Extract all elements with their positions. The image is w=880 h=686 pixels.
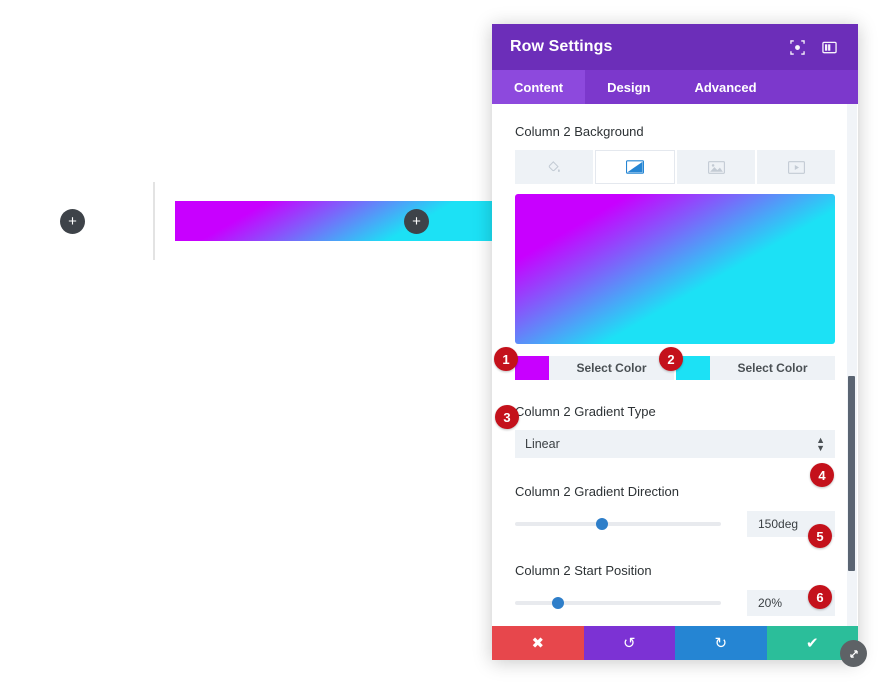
panel-tabs: Content Design Advanced <box>492 70 858 104</box>
check-icon: ✔ <box>805 635 819 652</box>
slider-track <box>515 522 721 526</box>
add-row-button[interactable]: + <box>60 209 85 234</box>
background-type-tabs <box>515 150 835 184</box>
bg-type-image-tab[interactable] <box>677 150 755 184</box>
slider-knob[interactable] <box>595 518 608 530</box>
layout-columns-icon[interactable] <box>818 36 840 58</box>
background-label: Column 2 Background <box>515 124 644 139</box>
annotation-badge-6: 6 <box>808 585 832 609</box>
undo-button[interactable]: ↺ <box>583 626 675 660</box>
start-position-slider[interactable] <box>515 595 721 611</box>
tab-content[interactable]: Content <box>492 70 586 104</box>
settings-content: Column 2 Background Select Color Select … <box>492 124 858 626</box>
panel-resize-handle[interactable] <box>840 640 867 667</box>
redo-icon: ↻ <box>714 635 728 652</box>
gradient-direction-slider[interactable] <box>515 516 721 532</box>
gradient-direction-group: Column 2 Gradient Direction 150deg <box>515 484 835 537</box>
gradient-stop-1-button[interactable]: Select Color <box>515 356 674 380</box>
gradient-stop-2-label: Select Color <box>737 361 808 375</box>
add-module-button[interactable]: + <box>404 209 429 234</box>
panel-scrollbar-thumb[interactable] <box>848 376 855 571</box>
annotation-badge-3: 3 <box>495 405 519 429</box>
paint-bucket-icon <box>548 161 560 172</box>
gradient-direction-label: Column 2 Gradient Direction <box>515 484 680 499</box>
annotation-badge-5: 5 <box>808 524 832 548</box>
start-position-label: Column 2 Start Position <box>515 563 652 578</box>
undo-icon: ↺ <box>622 635 636 652</box>
annotation-badge-2: 2 <box>659 347 683 371</box>
app-root: + + Row Settings Content Design Advanced… <box>0 0 880 686</box>
panel-footer: ✖ ↺ ↻ ✔ <box>492 626 858 660</box>
gradient-icon <box>626 160 644 174</box>
close-icon: ✖ <box>531 635 545 652</box>
resize-diagonal-icon <box>849 649 858 658</box>
slider-track <box>515 601 721 605</box>
annotation-badge-4: 4 <box>810 463 834 487</box>
annotation-badge-1: 1 <box>494 347 518 371</box>
row-settings-panel: Row Settings Content Design Advanced Col… <box>492 24 858 660</box>
gradient-type-value: Linear <box>525 437 560 451</box>
gradient-type-label: Column 2 Gradient Type <box>515 404 656 419</box>
chevron-updown-icon: ▲ ▼ <box>816 435 825 453</box>
redo-button[interactable]: ↻ <box>675 626 767 660</box>
video-play-icon <box>787 160 805 174</box>
panel-scrollbar-track[interactable] <box>847 104 857 626</box>
tab-advanced[interactable]: Advanced <box>672 70 778 104</box>
panel-header: Row Settings <box>492 24 858 70</box>
gradient-type-select[interactable]: Linear ▲ ▼ <box>515 430 835 458</box>
start-position-group: Column 2 Start Position 20% <box>515 563 835 616</box>
image-icon <box>707 160 725 174</box>
cancel-button[interactable]: ✖ <box>492 626 584 660</box>
add-row-plus-icon: + <box>68 213 77 230</box>
focus-icon[interactable] <box>786 36 808 58</box>
gradient-stop-1-label: Select Color <box>576 361 647 375</box>
slider-knob[interactable] <box>552 597 565 609</box>
gradient-stop-2-button[interactable]: Select Color <box>676 356 835 380</box>
gradient-preview[interactable] <box>515 194 835 344</box>
panel-title: Row Settings <box>510 38 613 55</box>
bg-type-video-tab[interactable] <box>757 150 835 184</box>
bg-type-gradient-tab[interactable] <box>595 150 675 184</box>
bg-type-solid-color-tab[interactable] <box>515 150 593 184</box>
tab-design[interactable]: Design <box>585 70 672 104</box>
gradient-stop-1-swatch[interactable] <box>515 356 549 380</box>
add-module-plus-icon: + <box>412 213 421 230</box>
column-divider <box>153 182 155 260</box>
